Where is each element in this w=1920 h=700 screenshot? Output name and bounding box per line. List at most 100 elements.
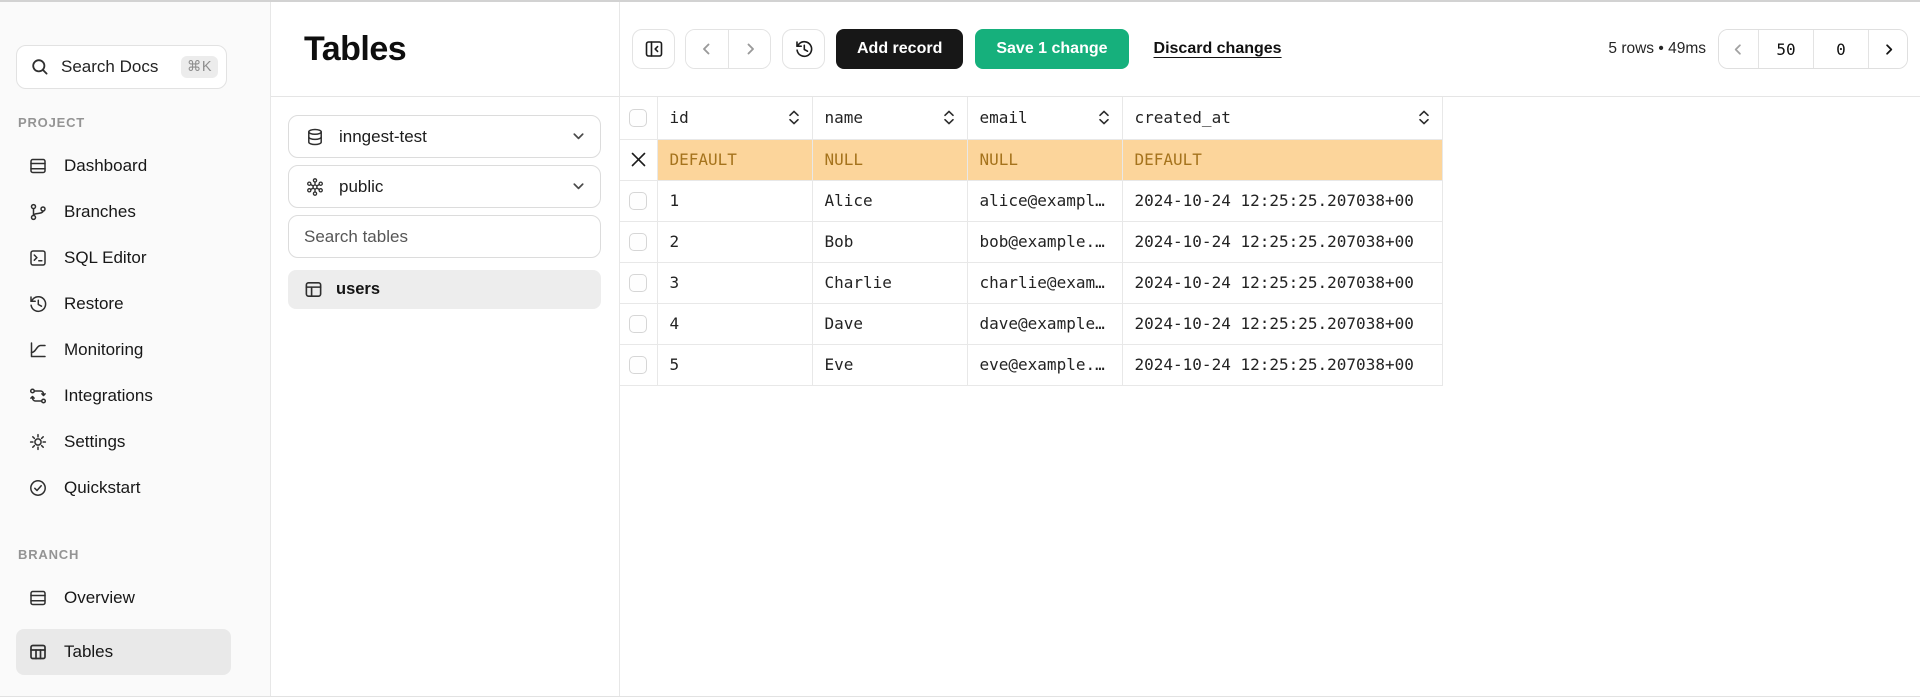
cell-email[interactable]: dave@example.com <box>967 303 1122 344</box>
cell-id[interactable]: 5 <box>657 344 812 385</box>
row-count-status: 5 rows • 49ms <box>1608 40 1706 58</box>
pending-cell-name[interactable]: NULL <box>812 139 967 180</box>
history-clock-icon <box>28 294 48 314</box>
collapse-panel-button[interactable] <box>632 29 675 69</box>
sidebar-item-restore[interactable]: Restore <box>16 281 231 327</box>
sort-icon <box>943 110 955 125</box>
undo-back-button[interactable] <box>686 30 728 68</box>
pending-cell-email[interactable]: NULL <box>967 139 1122 180</box>
cell-email[interactable]: charlie@example.com <box>967 262 1122 303</box>
cell-created-at[interactable]: 2024-10-24 12:25:25.207038+00 <box>1122 221 1442 262</box>
sidebar-item-branches[interactable]: Branches <box>16 189 231 235</box>
column-header-email[interactable]: email <box>967 97 1122 139</box>
chevron-right-icon <box>1881 42 1896 57</box>
section-label-branch: BRANCH <box>18 547 230 562</box>
add-record-button[interactable]: Add record <box>836 29 963 69</box>
overview-icon <box>28 588 48 608</box>
pagination-control: 50 0 <box>1718 29 1908 69</box>
column-header-id[interactable]: id <box>657 97 812 139</box>
page-offset-value[interactable]: 0 <box>1813 30 1868 68</box>
select-all-header[interactable] <box>620 97 657 139</box>
app-window: Search Docs ⌘K PROJECT Dashboard Branche… <box>0 0 1920 697</box>
column-label: created_at <box>1135 108 1231 127</box>
cell-email[interactable]: eve@example.com <box>967 344 1122 385</box>
sidebar-item-tables[interactable]: Tables <box>16 629 231 675</box>
cell-email[interactable]: bob@example.com <box>967 221 1122 262</box>
cell-name[interactable]: Bob <box>812 221 967 262</box>
pending-cell-id[interactable]: DEFAULT <box>657 139 812 180</box>
sidebar-item-quickstart[interactable]: Quickstart <box>16 465 231 511</box>
row-checkbox[interactable] <box>629 192 647 210</box>
row-checkbox[interactable] <box>629 356 647 374</box>
cell-created-at[interactable]: 2024-10-24 12:25:25.207038+00 <box>1122 262 1442 303</box>
workflow-icon <box>28 386 48 406</box>
sidebar-item-label: Settings <box>64 432 125 452</box>
database-icon <box>305 127 325 147</box>
history-nav-group <box>685 29 771 69</box>
prev-page-button[interactable] <box>1719 30 1758 68</box>
sidebar-item-monitoring[interactable]: Monitoring <box>16 327 231 373</box>
pending-cell-created-at[interactable]: DEFAULT <box>1122 139 1442 180</box>
table-list-item-users[interactable]: users <box>288 270 601 309</box>
redo-forward-button[interactable] <box>728 30 770 68</box>
collapse-panel-icon <box>644 39 664 59</box>
schema-icon <box>305 177 325 197</box>
discard-changes-link[interactable]: Discard changes <box>1154 40 1282 58</box>
cell-name[interactable]: Dave <box>812 303 967 344</box>
sort-icon <box>788 110 800 125</box>
search-tables-input[interactable] <box>288 215 601 258</box>
remove-pending-row-button[interactable] <box>620 140 657 180</box>
sidebar-item-settings[interactable]: Settings <box>16 419 231 465</box>
sidebar-item-sql-editor[interactable]: SQL Editor <box>16 235 231 281</box>
chevron-down-icon <box>571 179 586 194</box>
cell-name[interactable]: Alice <box>812 180 967 221</box>
cell-created-at[interactable]: 2024-10-24 12:25:25.207038+00 <box>1122 180 1442 221</box>
page-size-value[interactable]: 50 <box>1758 30 1813 68</box>
save-changes-button[interactable]: Save 1 change <box>975 29 1128 69</box>
chevron-right-icon <box>742 41 758 57</box>
sort-icon <box>1418 110 1430 125</box>
sidebar-item-dashboard[interactable]: Dashboard <box>16 143 231 189</box>
cell-name[interactable]: Eve <box>812 344 967 385</box>
table-row: 3 Charlie charlie@example.com 2024-10-24… <box>620 262 1442 303</box>
panel-body: inngest-test public <box>271 97 619 309</box>
sidebar-item-integrations[interactable]: Integrations <box>16 373 231 419</box>
row-checkbox[interactable] <box>629 315 647 333</box>
cell-id[interactable]: 1 <box>657 180 812 221</box>
schema-select-value: public <box>339 177 571 197</box>
next-page-button[interactable] <box>1868 30 1907 68</box>
cell-email[interactable]: alice@example.com <box>967 180 1122 221</box>
row-checkbox[interactable] <box>629 274 647 292</box>
table-row: 1 Alice alice@example.com 2024-10-24 12:… <box>620 180 1442 221</box>
panel-header: Tables <box>271 2 619 97</box>
column-label: email <box>980 108 1028 127</box>
table-row: 4 Dave dave@example.com 2024-10-24 12:25… <box>620 303 1442 344</box>
sidebar-item-label: Integrations <box>64 386 153 406</box>
sidebar-item-overview[interactable]: Overview <box>16 575 231 621</box>
table-icon <box>28 642 48 662</box>
keyboard-shortcut-badge: ⌘K <box>181 56 218 78</box>
cell-created-at[interactable]: 2024-10-24 12:25:25.207038+00 <box>1122 344 1442 385</box>
terminal-icon <box>28 248 48 268</box>
sidebar-item-label: Branches <box>64 202 136 222</box>
cell-created-at[interactable]: 2024-10-24 12:25:25.207038+00 <box>1122 303 1442 344</box>
cell-id[interactable]: 3 <box>657 262 812 303</box>
database-select[interactable]: inngest-test <box>288 115 601 158</box>
column-header-name[interactable]: name <box>812 97 967 139</box>
column-label: name <box>825 108 864 127</box>
chevron-left-icon <box>699 41 715 57</box>
query-history-button[interactable] <box>782 29 825 69</box>
cell-id[interactable]: 2 <box>657 221 812 262</box>
cell-id[interactable]: 4 <box>657 303 812 344</box>
sidebar-item-label: Restore <box>64 294 124 314</box>
schema-select[interactable]: public <box>288 165 601 208</box>
table-grid-icon <box>304 280 323 299</box>
search-docs-button[interactable]: Search Docs ⌘K <box>16 45 227 89</box>
column-header-created-at[interactable]: created_at <box>1122 97 1442 139</box>
chart-icon <box>28 340 48 360</box>
main-area: Add record Save 1 change Discard changes… <box>620 2 1920 696</box>
row-checkbox[interactable] <box>629 233 647 251</box>
tables-panel: Tables inngest-test <box>271 2 620 696</box>
select-all-checkbox[interactable] <box>629 109 647 127</box>
cell-name[interactable]: Charlie <box>812 262 967 303</box>
